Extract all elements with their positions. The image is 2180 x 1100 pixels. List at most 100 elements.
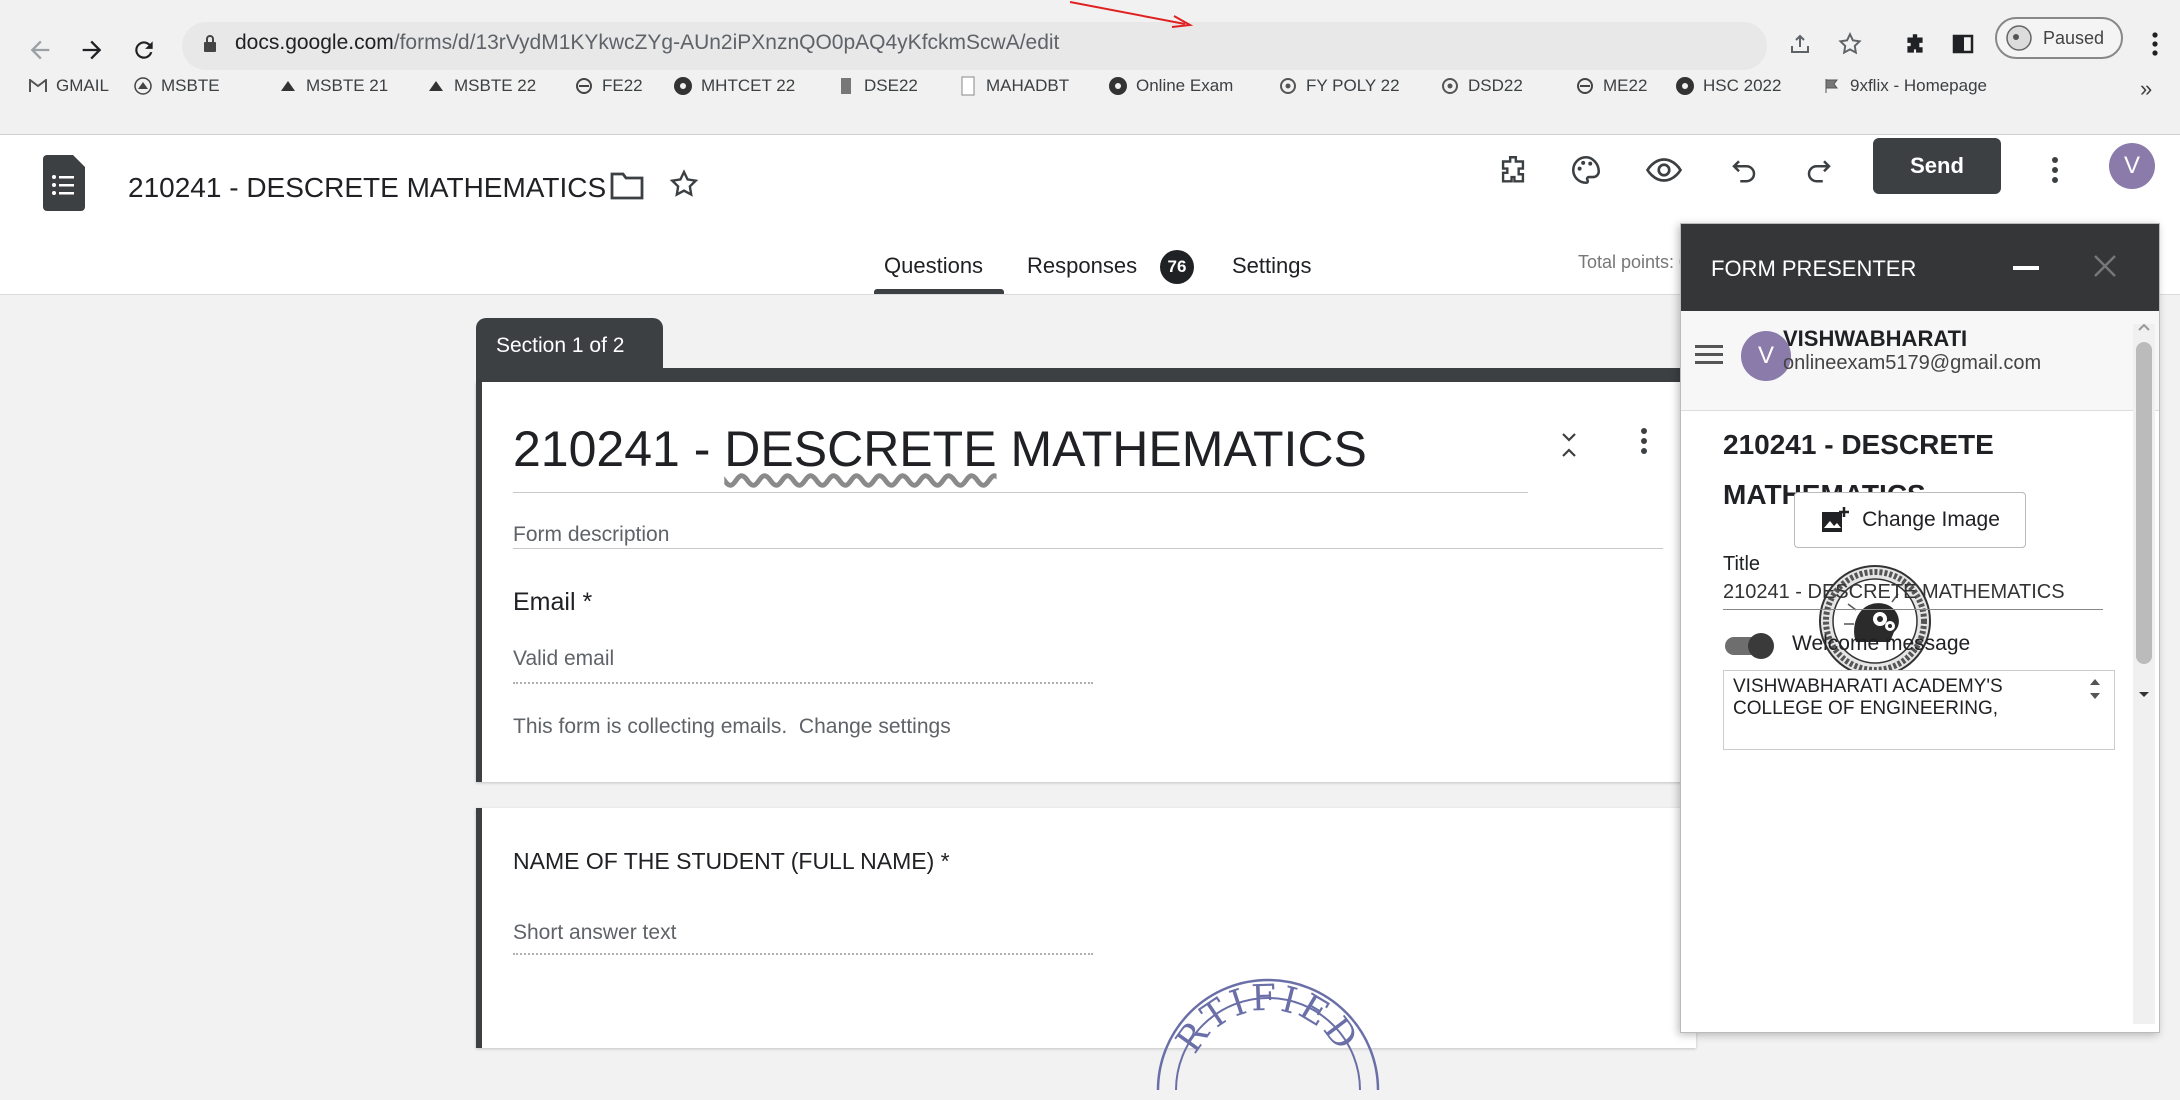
scroll-up-arrow-icon[interactable] <box>2137 322 2151 332</box>
form-title[interactable]: 210241 - DESCRETE MATHEMATICS <box>513 420 1367 478</box>
forward-button[interactable] <box>72 30 112 70</box>
more-bookmarks-button[interactable]: » <box>2140 76 2152 102</box>
url-text[interactable]: docs.google.com/forms/d/13rVydM1KYkwcZYg… <box>235 31 1059 55</box>
textarea-spin-icon[interactable] <box>2088 676 2102 702</box>
email-collection-notice: This form is collecting emails. Change s… <box>513 715 951 739</box>
question-title-text: NAME OF THE STUDENT (FULL NAME) <box>513 848 935 874</box>
bookmark-label: ME22 <box>1603 76 1648 95</box>
active-tab-indicator <box>874 289 1004 294</box>
profile-avatar-icon <box>2005 24 2033 52</box>
minimize-icon[interactable] <box>2013 266 2039 272</box>
extensions-icon[interactable] <box>1895 24 1935 64</box>
bookmark-label: MSBTE 21 <box>306 76 389 95</box>
bookmark-mhtcet-22[interactable]: MHTCET 22 <box>673 76 795 96</box>
welcome-text-line1: VISHWABHARATI ACADEMY'S <box>1733 676 2003 697</box>
bookmark-star-icon[interactable] <box>1830 24 1870 64</box>
welcome-message-toggle[interactable] <box>1723 629 1775 659</box>
reload-button[interactable] <box>124 30 164 70</box>
bookmark-msbte-21[interactable]: MSBTE 21 <box>278 76 388 96</box>
collapse-section-icon[interactable] <box>1558 430 1580 460</box>
scrollbar-thumb[interactable] <box>2136 342 2152 664</box>
section-more-icon[interactable] <box>1640 426 1648 456</box>
star-icon[interactable] <box>668 168 700 200</box>
bookmark-dsd22[interactable]: DSD22 <box>1440 76 1523 96</box>
url-path: /forms/d/13rVydM1KYkwcZYg-AUn2iPXnznQO0p… <box>393 31 1060 54</box>
tab-questions[interactable]: Questions <box>884 253 983 279</box>
welcome-text-line2: COLLEGE OF ENGINEERING, <box>1733 698 1998 719</box>
palette-icon[interactable] <box>1564 148 1608 192</box>
bookmark-me22[interactable]: ME22 <box>1575 76 1647 96</box>
forms-app-icon[interactable] <box>43 155 85 211</box>
send-button[interactable]: Send <box>1873 138 2001 194</box>
menu-icon[interactable] <box>1695 344 1723 366</box>
page-icon <box>958 76 978 96</box>
profile-paused-button[interactable]: Paused <box>1995 17 2123 59</box>
bookmark-dse22[interactable]: DSE22 <box>836 76 918 96</box>
msbte-logo-icon <box>133 76 153 96</box>
tab-responses[interactable]: Responses <box>1027 253 1137 279</box>
lock-icon <box>202 34 218 54</box>
required-asterisk: * <box>940 848 950 874</box>
site-icon <box>574 76 594 96</box>
divider <box>513 548 1663 549</box>
title-field-underline <box>1723 609 2103 610</box>
back-button[interactable] <box>20 30 60 70</box>
addons-icon[interactable] <box>1491 148 1535 192</box>
bookmark-fy-poly-22[interactable]: FY POLY 22 <box>1278 76 1400 96</box>
side-panel-icon[interactable] <box>1943 24 1983 64</box>
email-input-placeholder: Valid email <box>513 647 615 670</box>
bookmark-9xflix[interactable]: 9xflix - Homepage <box>1822 76 1987 96</box>
msbte-logo-icon <box>278 76 298 96</box>
globe-icon <box>1108 76 1128 96</box>
bookmark-hsc-2022[interactable]: HSC 2022 <box>1675 76 1781 96</box>
question-title[interactable]: NAME OF THE STUDENT (FULL NAME) * <box>513 848 950 875</box>
gmail-icon <box>28 76 48 96</box>
browser-menu-icon[interactable] <box>2135 24 2175 64</box>
email-label-text: Email <box>513 588 576 616</box>
title-field-input[interactable]: 210241 - DESCRETE MATHEMATICS <box>1723 581 2065 604</box>
site-icon <box>1440 76 1460 96</box>
svg-text:RTIFIED: RTIFIED <box>1169 978 1368 1061</box>
add-photo-icon <box>1820 506 1850 534</box>
account-avatar[interactable]: V <box>2109 143 2155 189</box>
tab-settings[interactable]: Settings <box>1232 253 1312 279</box>
bookmark-label: MAHADBT <box>986 76 1070 95</box>
paused-label: Paused <box>2043 27 2105 48</box>
bookmark-online-exam[interactable]: Online Exam <box>1108 76 1233 96</box>
change-settings-link[interactable]: Change settings <box>799 715 951 738</box>
more-options-icon[interactable] <box>2033 148 2077 192</box>
account-name: VISHWABHARATI <box>1783 326 1968 351</box>
bookmark-label: DSE22 <box>864 76 918 95</box>
document-title[interactable]: 210241 - DESCRETE MATHEMATICS <box>128 172 606 204</box>
url-host: docs.google.com <box>235 31 394 54</box>
undo-icon[interactable] <box>1722 148 1766 192</box>
bookmark-mahadbt[interactable]: MAHADBT <box>958 76 1069 96</box>
responses-count-badge: 76 <box>1160 250 1194 284</box>
bookmark-msbte-22[interactable]: MSBTE 22 <box>426 76 536 96</box>
flag-icon <box>1822 76 1842 96</box>
bookmark-msbte[interactable]: MSBTE <box>133 76 220 96</box>
total-points: Total points: 0 <box>1578 252 1690 272</box>
divider <box>513 492 1528 493</box>
redo-icon[interactable] <box>1797 148 1841 192</box>
scroll-down-arrow-icon[interactable] <box>2137 690 2151 700</box>
annotation-arrow <box>1070 0 1200 30</box>
change-image-label: Change Image <box>1862 508 2000 531</box>
share-icon[interactable] <box>1780 24 1820 64</box>
title-field-label: Title <box>1723 553 1761 575</box>
bookmark-label: HSC 2022 <box>1703 76 1782 95</box>
site-icon <box>1575 76 1595 96</box>
required-asterisk: * <box>582 588 593 616</box>
bookmark-gmail[interactable]: GMAIL <box>28 76 109 96</box>
dotted-divider <box>513 953 1093 955</box>
bookmark-label: FE22 <box>602 76 643 95</box>
change-image-button[interactable]: Change Image <box>1794 492 2026 548</box>
close-icon[interactable] <box>2091 252 2119 280</box>
preview-eye-icon[interactable] <box>1642 148 1686 192</box>
welcome-message-label: Welcome message <box>1792 632 1971 655</box>
msbte-logo-icon <box>426 76 446 96</box>
bookmark-fe22[interactable]: FE22 <box>574 76 643 96</box>
form-description-field[interactable]: Form description <box>513 523 669 547</box>
folder-icon[interactable] <box>610 170 644 200</box>
dotted-divider <box>513 682 1093 684</box>
